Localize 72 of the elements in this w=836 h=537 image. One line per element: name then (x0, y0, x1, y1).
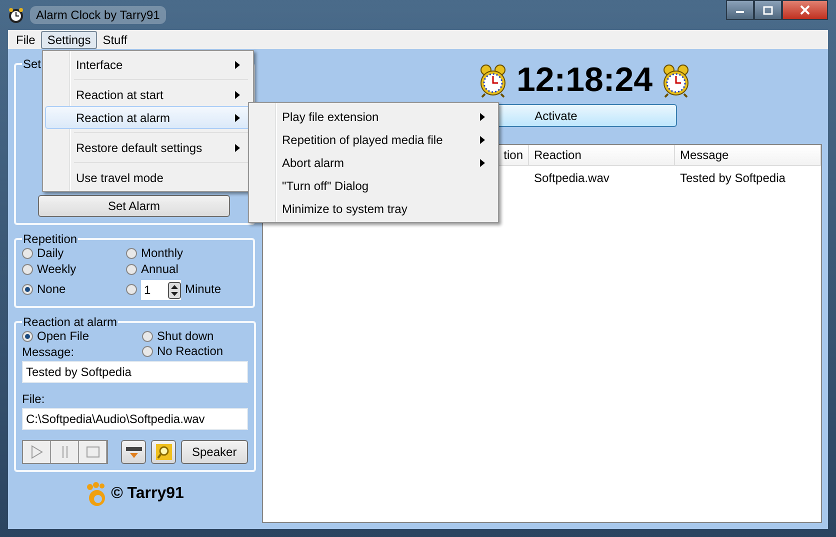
alarm-clock-icon (8, 7, 24, 23)
set-alarm-button[interactable]: Set Alarm (38, 195, 230, 217)
pause-icon (60, 445, 70, 459)
menu-item[interactable]: Stuff (96, 30, 134, 48)
field-label: Message: (22, 345, 76, 359)
menu-item[interactable]: Use travel mode (45, 166, 251, 189)
radio-button[interactable] (22, 330, 33, 342)
radio-button[interactable] (22, 248, 33, 258)
window-title: Alarm Clock by Tarry91 (30, 6, 166, 24)
column-header[interactable]: tion (504, 148, 523, 162)
menu-item[interactable]: Minimize to system tray (251, 197, 496, 220)
radio-button[interactable] (142, 330, 153, 342)
close-button[interactable] (782, 0, 828, 20)
file-path-field[interactable]: C:\Softpedia\Audio\Softpedia.wav (22, 408, 248, 430)
foot-logo-icon (85, 481, 108, 507)
submenu-arrow-icon (235, 114, 240, 122)
menu-item[interactable]: Repetition of played media file (251, 128, 496, 151)
column-header[interactable]: Message (680, 148, 729, 162)
play-button[interactable] (23, 441, 51, 463)
copyright-text: © Tarry91 (111, 485, 184, 503)
magnifier-icon (154, 443, 172, 461)
submenu-arrow-icon (480, 112, 485, 120)
group-title: Set (22, 57, 42, 71)
menu-item[interactable]: File (10, 30, 42, 48)
minimize-button[interactable] (726, 0, 754, 20)
radio-label: No Reaction (157, 344, 224, 358)
eject-button[interactable] (121, 440, 146, 464)
radio-label: Weekly (37, 262, 76, 276)
radio-label: None (37, 282, 66, 296)
submenu-arrow-icon (235, 90, 240, 98)
group-title: Repetition (22, 232, 78, 246)
radio-button[interactable] (126, 264, 137, 274)
radio-label: Minute (185, 282, 222, 296)
maximize-icon (763, 6, 773, 14)
column-header[interactable]: Reaction (534, 148, 582, 162)
speaker-button[interactable]: Speaker (181, 440, 248, 464)
radio-label: Shut down (157, 329, 214, 343)
radio-button[interactable] (22, 284, 33, 294)
number-field[interactable]: 1 (141, 280, 181, 300)
menu-item[interactable]: Settings (41, 30, 97, 48)
radio-button[interactable] (142, 346, 153, 356)
menu-item[interactable]: Abort alarm (251, 151, 496, 174)
field-label: File: (22, 392, 46, 406)
pause-button[interactable] (51, 441, 79, 463)
table-cell-text: Tested by Softpedia (679, 170, 786, 187)
radio-label: Daily (37, 246, 64, 260)
stop-button[interactable] (79, 441, 107, 463)
radio-button[interactable] (126, 284, 137, 294)
maximize-button[interactable] (754, 0, 782, 20)
menu-item[interactable]: "Turn off" Dialog (251, 174, 496, 197)
radio-label: Monthly (141, 246, 184, 260)
radio-button[interactable] (22, 264, 33, 274)
group-title: Reaction at alarm (22, 315, 118, 329)
alarm-clock-icon (660, 64, 691, 98)
spinner-arrows-icon (168, 282, 181, 298)
alarm-clock-icon (478, 64, 508, 98)
submenu-arrow-icon (480, 136, 485, 144)
clock-time: 12:18:24 (516, 61, 653, 100)
play-icon (30, 445, 42, 459)
radio-button[interactable] (126, 248, 137, 258)
radio-label: Open File (37, 329, 90, 343)
tray-arrow-icon (124, 445, 142, 459)
submenu-arrow-icon (480, 158, 485, 166)
menu-item[interactable]: Reaction at start (45, 83, 251, 106)
submenu-arrow-icon (235, 60, 240, 68)
browse-button[interactable] (151, 440, 176, 464)
submenu-arrow-icon (235, 144, 240, 152)
message-field[interactable]: Tested by Softpedia (22, 361, 248, 383)
close-icon (800, 5, 810, 15)
stop-icon (86, 446, 100, 458)
radio-label: Annual (141, 262, 178, 276)
table-cell-text: Softpedia.wav (533, 170, 610, 187)
